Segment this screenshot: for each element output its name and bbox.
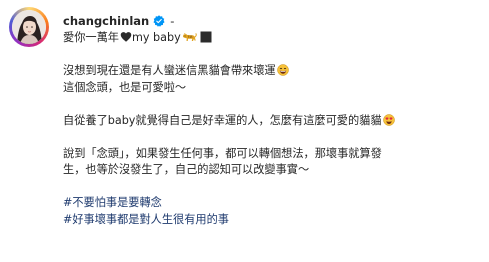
post-caption: changchinlan - 愛你一萬年 my baby 沒想到現在還是有人蠻迷信… xyxy=(63,12,481,228)
caption-text: 這個念頭，也是可愛啦～ xyxy=(63,80,187,94)
caption-text: 說到「念頭」，如果發生任何事，都可以轉個想法，那壞事就算發 xyxy=(63,146,382,160)
hashtag-line: #好事壞事都是對人生很有用的事 xyxy=(63,212,481,229)
black-square-icon xyxy=(200,31,212,43)
grinning-face-icon xyxy=(276,64,289,76)
caption-title-line: 愛你一萬年 my baby xyxy=(63,30,481,47)
avatar-photo xyxy=(12,10,46,44)
heart-eyes-face-icon xyxy=(382,113,395,126)
cat-icon xyxy=(182,31,197,43)
hashtag-link[interactable]: #不要怕事是要轉念 xyxy=(63,196,162,209)
hashtag-link[interactable]: #好事壞事都是對人生很有用的事 xyxy=(63,213,229,226)
verified-badge-icon xyxy=(153,15,165,27)
black-heart-icon xyxy=(120,31,132,43)
caption-line: 說到「念頭」，如果發生任何事，都可以轉個想法，那壞事就算發 xyxy=(63,146,481,163)
instagram-post: changchinlan - 愛你一萬年 my baby 沒想到現在還是有人蠻迷信… xyxy=(0,0,489,262)
avatar[interactable] xyxy=(12,10,46,44)
caption-line: 生，也等於沒發生了，自己的認知可以改變事實～ xyxy=(63,162,481,179)
caption-line: 自從養了baby就覺得自己是好幸運的人，怎麼有這麼可愛的貓貓 xyxy=(63,113,481,130)
hashtag-line: #不要怕事是要轉念 xyxy=(63,195,481,212)
caption-text: 自從養了baby就覺得自己是好幸運的人，怎麼有這麼可愛的貓貓 xyxy=(63,113,382,127)
username-link[interactable]: changchinlan xyxy=(63,14,149,28)
caption-title-suffix: my baby xyxy=(131,31,181,44)
caption-line: 這個念頭，也是可愛啦～ xyxy=(63,80,481,97)
caption-line: 沒想到現在還是有人蠻迷信黑貓會帶來壞運 xyxy=(63,63,481,80)
avatar-story-ring[interactable] xyxy=(9,7,49,47)
caption-text: 沒想到現在還是有人蠻迷信黑貓會帶來壞運 xyxy=(63,64,276,77)
caption-title-text: 愛你一萬年 xyxy=(63,31,119,44)
header-separator: - xyxy=(170,14,175,28)
caption-text: 生，也等於沒發生了，自己的認知可以改變事實～ xyxy=(63,163,310,176)
caption-header: changchinlan - xyxy=(63,12,481,30)
